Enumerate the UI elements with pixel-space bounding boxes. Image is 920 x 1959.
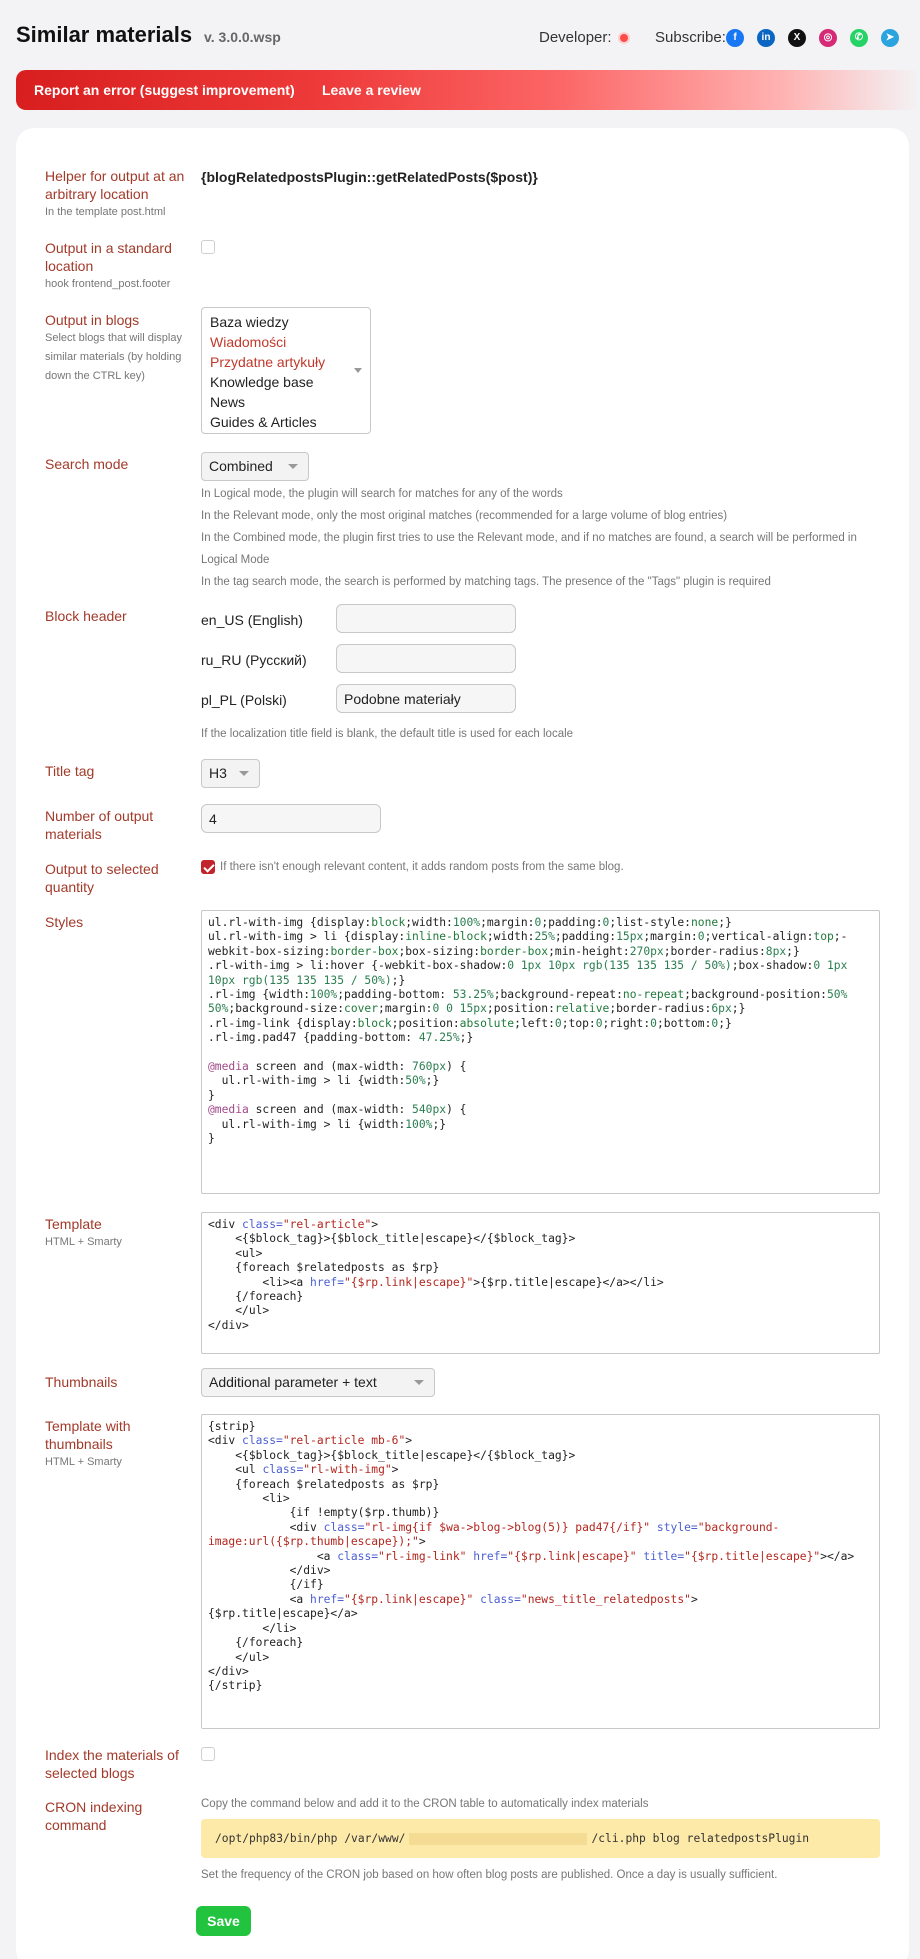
template-thumbs-label-text: Template with thumbnails xyxy=(45,1418,131,1452)
blog-option[interactable]: Guides & Articles xyxy=(210,412,362,432)
index-materials-label: Index the materials of selected blogs xyxy=(45,1747,179,1781)
subscribe-label: Subscribe: xyxy=(655,29,726,46)
linkedin-icon[interactable]: in xyxy=(757,29,775,47)
cron-note-bottom: Set the frequency of the CRON job based … xyxy=(201,1869,778,1881)
output-count-input[interactable] xyxy=(201,804,381,833)
template-label-text: Template xyxy=(45,1216,102,1232)
template-thumbs-hint: HTML + Smarty xyxy=(45,1456,122,1468)
redacted-path xyxy=(409,1833,588,1845)
selected-quantity-checkbox[interactable] xyxy=(201,860,215,874)
blog-option[interactable]: Wiadomości xyxy=(210,332,362,352)
cron-command-prefix: /opt/php83/bin/php /var/www/ xyxy=(215,1832,406,1845)
save-button[interactable]: Save xyxy=(196,1906,251,1936)
search-mode-note: In the Combined mode, the plugin first t… xyxy=(201,532,857,566)
index-materials-checkbox[interactable] xyxy=(201,1747,215,1761)
chevron-down-icon xyxy=(288,464,298,469)
whatsapp-icon[interactable]: ✆ xyxy=(850,29,868,47)
action-banner: Report an error (suggest improvement) Le… xyxy=(16,70,920,110)
facebook-icon[interactable]: f xyxy=(726,29,744,47)
blogs-multiselect[interactable]: Baza wiedzy Wiadomości Przydatne artykuły K… xyxy=(201,307,371,434)
page-header: Similar materials v. 3.0.0.wsp Developer… xyxy=(0,0,920,70)
helper-hint: In the template post.html xyxy=(45,206,166,218)
locale-label-ru: ru_RU (Русский) xyxy=(201,652,307,668)
page-title: Similar materials xyxy=(16,22,193,47)
standard-location-label-text: Output in a standard location xyxy=(45,240,172,274)
developer-label: Developer: xyxy=(539,29,612,46)
cron-note-top: Copy the command below and add it to the… xyxy=(201,1798,649,1810)
helper-code: {blogRelatedpostsPlugin::getRelatedPosts… xyxy=(201,169,538,185)
telegram-icon[interactable]: ➤ xyxy=(881,29,899,47)
block-header-input-pl[interactable] xyxy=(336,684,516,713)
search-mode-note: In the Relevant mode, only the most orig… xyxy=(201,510,728,522)
locale-label-pl: pl_PL (Polski) xyxy=(201,692,287,708)
blog-option[interactable]: Przydatne artykuły xyxy=(210,352,362,372)
standard-location-label: Output in a standard location hook front… xyxy=(45,239,185,294)
search-mode-value: Combined xyxy=(209,458,273,474)
template-label: Template HTML + Smarty xyxy=(45,1215,185,1252)
block-header-input-ru[interactable] xyxy=(336,644,516,673)
thumbnails-value: Additional parameter + text xyxy=(209,1374,377,1390)
blogs-label: Output in blogs Select blogs that will d… xyxy=(45,311,185,386)
blog-option[interactable]: News xyxy=(210,392,362,412)
chevron-down-icon xyxy=(354,368,362,373)
leave-review-link[interactable]: Leave a review xyxy=(322,82,421,98)
title-tag-value: H3 xyxy=(209,765,227,781)
block-header-label: Block header xyxy=(45,608,127,624)
x-icon[interactable]: X xyxy=(788,29,806,47)
blog-option[interactable]: Knowledge base xyxy=(210,372,362,392)
styles-textarea[interactable]: ul.rl-with-img {display:block;width:100%… xyxy=(201,910,880,1194)
thumbnails-select[interactable]: Additional parameter + text xyxy=(201,1368,435,1397)
template-thumbs-label: Template with thumbnails HTML + Smarty xyxy=(45,1417,185,1472)
blogs-label-text: Output in blogs xyxy=(45,312,140,328)
template-thumbs-textarea[interactable]: {strip} <div class="rel-article mb-6"> <… xyxy=(201,1414,880,1729)
blog-option[interactable]: Baza wiedzy xyxy=(210,312,362,332)
cron-label: CRON indexing command xyxy=(45,1799,143,1833)
chevron-down-icon xyxy=(414,1380,424,1385)
selected-quantity-note: If there isn't enough relevant content, … xyxy=(220,861,624,873)
search-mode-label: Search mode xyxy=(45,456,129,472)
styles-label: Styles xyxy=(45,914,84,930)
standard-location-hint: hook frontend_post.footer xyxy=(45,278,171,290)
instagram-icon[interactable]: ◎ xyxy=(819,29,837,47)
cron-command-suffix: /cli.php blog relatedpostsPlugin xyxy=(591,1832,810,1845)
chevron-down-icon xyxy=(239,771,249,776)
developer-logo-icon[interactable] xyxy=(620,34,628,42)
standard-location-checkbox[interactable] xyxy=(201,240,215,254)
helper-label: Helper for output at an arbitrary locati… xyxy=(45,167,185,222)
locale-label-en: en_US (English) xyxy=(201,612,303,628)
block-header-note: If the localization title field is blank… xyxy=(201,728,574,740)
block-header-input-en[interactable] xyxy=(336,604,516,633)
selected-quantity-label: Output to selected quantity xyxy=(45,861,159,895)
output-count-label: Number of output materials xyxy=(45,808,154,842)
search-mode-note: In the tag search mode, the search is pe… xyxy=(201,576,771,588)
report-error-link[interactable]: Report an error (suggest improvement) xyxy=(34,82,295,98)
title-tag-select[interactable]: H3 xyxy=(201,759,260,788)
thumbnails-label: Thumbnails xyxy=(45,1374,118,1390)
title-tag-label: Title tag xyxy=(45,763,95,779)
template-hint: HTML + Smarty xyxy=(45,1236,122,1248)
cron-command[interactable]: /opt/php83/bin/php /var/www/ /cli.php blo… xyxy=(201,1819,880,1858)
blogs-hint: Select blogs that will display similar m… xyxy=(45,332,182,382)
search-mode-note: In Logical mode, the plugin will search … xyxy=(201,488,563,500)
search-mode-select[interactable]: Combined xyxy=(201,452,309,481)
helper-label-text: Helper for output at an arbitrary locati… xyxy=(45,168,185,202)
template-textarea[interactable]: <div class="rel-article"> <{$block_tag}>… xyxy=(201,1212,880,1354)
version-label: v. 3.0.0.wsp xyxy=(204,29,281,45)
search-mode-notes: In Logical mode, the plugin will search … xyxy=(201,483,891,593)
